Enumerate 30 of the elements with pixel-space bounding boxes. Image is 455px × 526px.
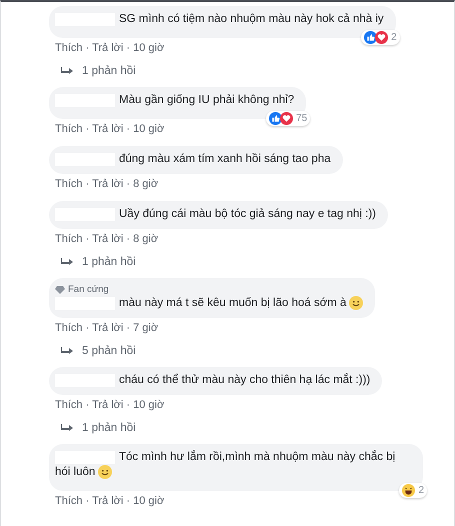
- comment-meta: Thích · Trả lời · 8 giờ: [54, 233, 158, 245]
- reply-arrow-icon: [61, 258, 73, 266]
- comment-text: cháu có thể thử màu này cho thiên hạ lác mắt :))): [119, 374, 370, 386]
- fan-label: Fan cứng: [68, 284, 109, 295]
- view-replies-link[interactable]: 1 phản hồi: [82, 65, 136, 77]
- diamond-icon: [55, 286, 65, 294]
- comment-meta: Thích · Trả lời · 7 giờ: [54, 322, 158, 334]
- comment-text: SG mình có tiệm nào nhuộm màu này hok cả nhà iy: [119, 13, 384, 25]
- comment-meta: Thích · Trả lời · 10 giờ: [54, 495, 164, 508]
- reaction-summary[interactable]: 2: [361, 30, 400, 45]
- comment-meta: Thích · Trả lời · 8 giờ: [54, 178, 158, 190]
- comment-meta: Thích · Trả lời · 10 giờ: [54, 42, 164, 54]
- view-replies-link[interactable]: 5 phản hồi: [82, 345, 136, 358]
- comment-text: Tóc mình hư lắm rồi,mình mà nhuộm màu này chắc bị hói luôn: [55, 451, 396, 478]
- reaction-count: 2: [391, 32, 397, 43]
- comment-meta: Thích · Trả lời · 10 giờ: [54, 399, 164, 412]
- reaction-summary[interactable]: 75: [266, 111, 310, 126]
- reaction-count: 2: [418, 485, 424, 496]
- comment-meta: Thích · Trả lời · 10 giờ: [54, 123, 164, 135]
- comment-text: màu này má t sẽ kêu muốn bị lão hoá sớm à: [119, 297, 346, 310]
- reply-arrow-icon: [61, 347, 73, 356]
- comment-text: đúng màu xám tím xanh hồi sáng tao pha: [119, 153, 331, 165]
- reply-arrow-icon: [61, 424, 73, 432]
- view-replies-link[interactable]: 1 phản hồi: [82, 256, 136, 268]
- comment-text: Uầy đúng cái màu bộ tóc giả sáng nay e tag nhị :)): [119, 208, 376, 220]
- reaction-summary[interactable]: 2: [399, 483, 427, 498]
- reply-arrow-icon: [61, 67, 73, 75]
- reaction-count: 75: [296, 113, 308, 124]
- view-replies-link[interactable]: 1 phản hồi: [82, 422, 136, 434]
- comment-text: Màu gần giống IU phải không nhỉ?: [119, 94, 294, 106]
